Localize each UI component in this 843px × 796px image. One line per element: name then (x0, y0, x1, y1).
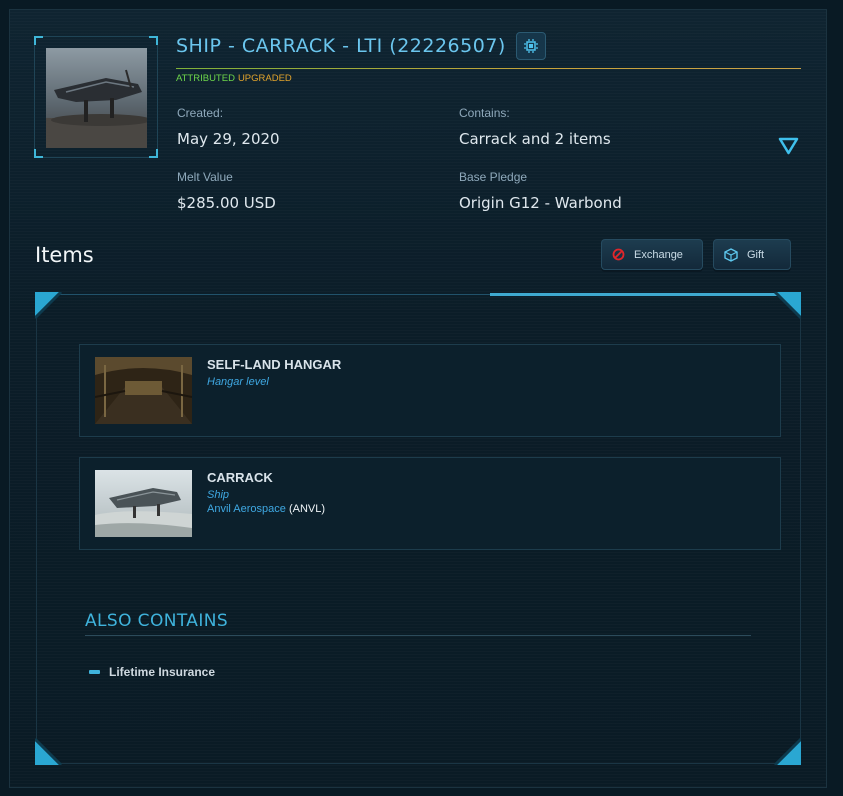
gift-label: Gift (747, 248, 765, 261)
status-attributed: ATTRIBUTED (176, 73, 235, 84)
chip-icon[interactable] (515, 32, 546, 60)
corner-marker (149, 149, 158, 158)
pledge-title-row: SHIP - CARRACK - LTI (22226507) (176, 32, 546, 60)
melt-value: $285.00 USD (177, 194, 276, 212)
items-heading: Items (35, 243, 94, 267)
status-upgraded: UPGRADED (237, 73, 292, 84)
pledge-thumbnail[interactable] (34, 36, 158, 158)
base-pledge-value: Origin G12 - Warbond (459, 194, 622, 212)
item-manufacturer: Anvil Aerospace (ANVL) (207, 503, 325, 515)
base-pledge-label: Base Pledge (459, 170, 528, 184)
also-contains-heading: ALSO CONTAINS (85, 611, 229, 631)
contains-label: Contains: (459, 106, 510, 120)
item-type: Hangar level (207, 376, 269, 388)
manufacturer-code: (ANVL) (288, 503, 326, 515)
corner-cut-icon (773, 292, 801, 320)
corner-marker (149, 36, 158, 45)
pledge-status: ATTRIBUTED UPGRADED (176, 73, 292, 84)
gift-icon (724, 247, 738, 262)
carrack-image (95, 470, 192, 537)
gift-button[interactable]: Gift (713, 239, 791, 270)
item-type: Ship (207, 489, 230, 501)
corner-cut-icon (35, 292, 63, 320)
title-divider (176, 68, 801, 69)
created-label: Created: (177, 106, 224, 120)
list-item[interactable]: CARRACK Ship Anvil Aerospace (ANVL) (79, 457, 781, 550)
corner-cut-icon (35, 737, 63, 765)
corner-marker (34, 36, 43, 45)
ship-thumbnail-icon (46, 48, 147, 148)
melt-value-label: Melt Value (177, 170, 233, 184)
list-item[interactable]: SELF-LAND HANGAR Hangar level (79, 344, 781, 437)
corner-cut-icon (773, 737, 801, 765)
item-name: CARRACK (207, 470, 273, 485)
dash-bullet-icon (89, 670, 100, 674)
created-value: May 29, 2020 (177, 130, 280, 148)
manufacturer-name[interactable]: Anvil Aerospace (207, 503, 286, 515)
exchange-button[interactable]: Exchange (601, 239, 703, 270)
pledge-title: SHIP - CARRACK - LTI (22226507) (176, 35, 506, 57)
prohibit-icon (612, 248, 625, 261)
also-contains-label: Lifetime Insurance (109, 665, 216, 679)
item-name: SELF-LAND HANGAR (207, 357, 342, 372)
contains-value: Carrack and 2 items (459, 130, 611, 148)
also-contains-divider (85, 635, 751, 636)
hangar-image (95, 357, 192, 424)
chevron-down-icon[interactable] (778, 137, 799, 155)
corner-marker (34, 149, 43, 158)
also-contains-item: Lifetime Insurance (89, 665, 215, 679)
exchange-label: Exchange (634, 248, 683, 261)
panel-accent-line (490, 293, 785, 296)
